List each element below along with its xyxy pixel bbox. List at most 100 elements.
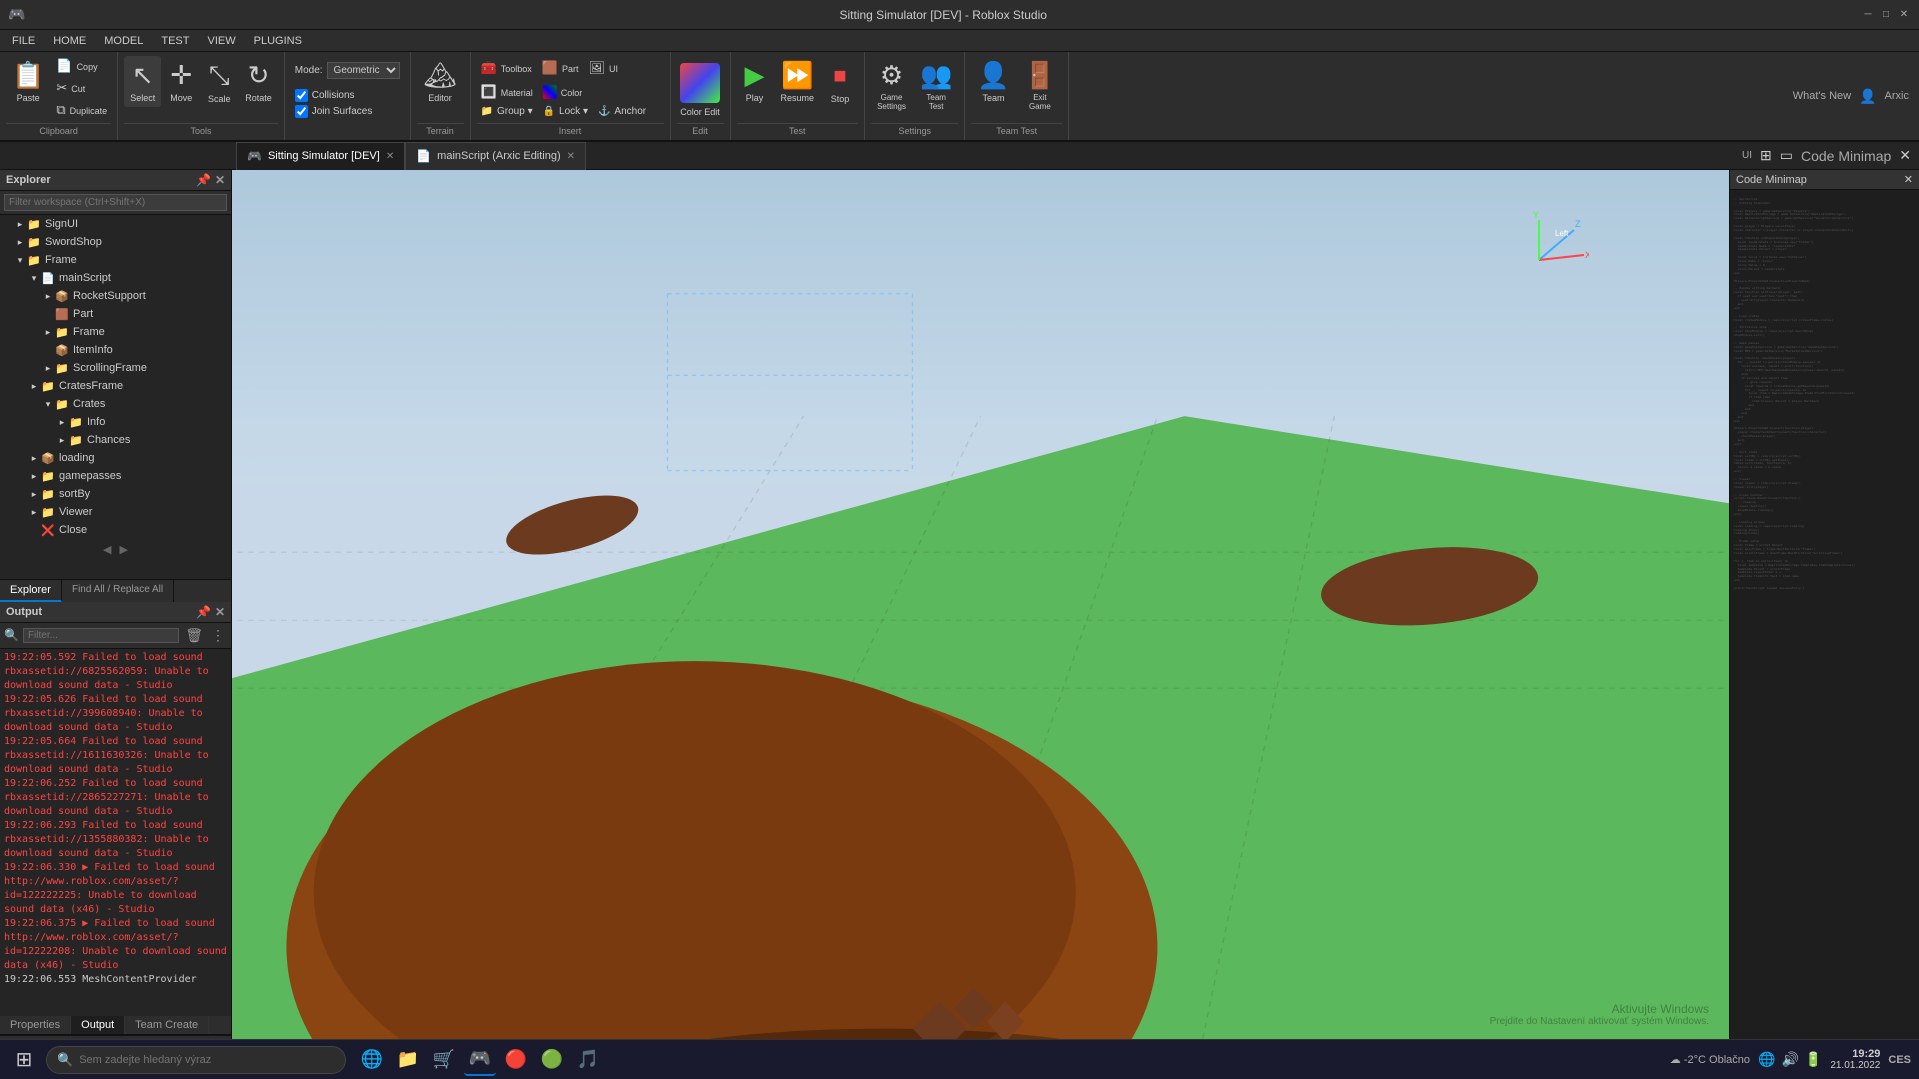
- tree-item-sortby[interactable]: ▸ 📁 sortBy: [0, 485, 231, 503]
- grid-view-button[interactable]: ⊞: [1760, 147, 1772, 164]
- expand-cratesframe[interactable]: ▸: [28, 381, 40, 392]
- lock-dropdown-button[interactable]: 🔒 Lock ▾: [539, 104, 592, 119]
- user-avatar[interactable]: 👤: [1859, 88, 1876, 105]
- menu-home[interactable]: HOME: [45, 33, 94, 49]
- whats-new-button[interactable]: What's New: [1793, 90, 1851, 102]
- expand-mainscript[interactable]: ▾: [28, 273, 40, 284]
- tree-item-viewer[interactable]: ▸ 📁 Viewer: [0, 503, 231, 521]
- move-button[interactable]: ✛ Move: [163, 56, 199, 107]
- minimize-button[interactable]: ─: [1861, 8, 1875, 22]
- explorer-close-icon[interactable]: ✕: [215, 173, 225, 187]
- select-button[interactable]: ↖ Select: [124, 56, 161, 107]
- material-button[interactable]: 🔳 Material: [477, 82, 537, 102]
- part-button[interactable]: 🟫 Part: [538, 58, 583, 78]
- expand-viewer[interactable]: ▸: [28, 507, 40, 518]
- panel-button[interactable]: ▭: [1780, 147, 1793, 164]
- network-icon[interactable]: 🌐: [1758, 1051, 1775, 1068]
- tree-item-info[interactable]: ▸ 📁 Info: [0, 413, 231, 431]
- expand-scrollingframe[interactable]: ▸: [42, 363, 54, 374]
- output-close-icon[interactable]: ✕: [215, 605, 225, 619]
- tab-main-script[interactable]: 📄 mainScript (Arxic Editing) ✕: [405, 142, 586, 170]
- tree-item-crates[interactable]: ▾ 📁 Crates: [0, 395, 231, 413]
- tree-item-rocketsupport[interactable]: ▸ 📦 RocketSupport: [0, 287, 231, 305]
- language-indicator[interactable]: CES: [1888, 1054, 1911, 1066]
- maximize-button[interactable]: □: [1879, 8, 1893, 22]
- mode-dropdown[interactable]: Geometric Surface: [327, 62, 400, 79]
- close-code-minimap[interactable]: ✕: [1899, 147, 1911, 164]
- stop-button[interactable]: ⏹ Stop: [822, 56, 858, 108]
- taskbar-app-roblox[interactable]: 🎮: [464, 1044, 496, 1076]
- taskbar-app-store[interactable]: 🛒: [428, 1044, 460, 1076]
- tab-sitting-simulator-close[interactable]: ✕: [386, 151, 394, 162]
- battery-icon[interactable]: 🔋: [1805, 1051, 1822, 1068]
- toolbox-button[interactable]: 🧰 Toolbox: [477, 58, 536, 78]
- join-surfaces-checkbox[interactable]: [295, 105, 308, 118]
- team-button[interactable]: 👤 Team: [971, 56, 1015, 107]
- tree-item-cratesframe[interactable]: ▸ 📁 CratesFrame: [0, 377, 231, 395]
- tree-item-mainscript[interactable]: ▾ 📄 mainScript: [0, 269, 231, 287]
- expand-rocketsupport[interactable]: ▸: [42, 291, 54, 302]
- menu-test[interactable]: TEST: [153, 33, 197, 49]
- expand-crates[interactable]: ▾: [42, 399, 54, 410]
- anchor-button[interactable]: ⚓ Anchor: [594, 104, 650, 119]
- taskbar-app-files[interactable]: 📁: [392, 1044, 424, 1076]
- taskbar-app-red[interactable]: 🔴: [500, 1044, 532, 1076]
- group-dropdown-button[interactable]: 📁 Group ▾: [477, 104, 537, 119]
- menu-view[interactable]: VIEW: [199, 33, 243, 49]
- play-button[interactable]: ▶ Play: [737, 56, 773, 107]
- ui-button[interactable]: 🖼 UI: [584, 58, 622, 78]
- output-clear-button[interactable]: 🗑: [183, 625, 205, 646]
- explorer-pin-icon[interactable]: 📌: [196, 173, 211, 187]
- minimap-close-icon[interactable]: ✕: [1904, 173, 1913, 186]
- paste-button[interactable]: 📋 Paste: [6, 56, 50, 107]
- tree-item-scrollingframe[interactable]: ▸ 📁 ScrollingFrame: [0, 359, 231, 377]
- expand-frame[interactable]: ▾: [14, 255, 26, 266]
- viewport[interactable]: Z X Y Left Aktivujte Windows Prejdite do…: [232, 170, 1729, 1057]
- ui-button-right[interactable]: UI: [1742, 150, 1752, 161]
- sound-icon[interactable]: 🔊: [1781, 1051, 1798, 1068]
- tree-item-swordshop[interactable]: ▸ 📁 SwordShop: [0, 233, 231, 251]
- scale-button[interactable]: ⤡ Scale: [201, 56, 237, 108]
- tree-item-close[interactable]: ❌ Close: [0, 521, 231, 539]
- expand-signui[interactable]: ▸: [14, 219, 26, 230]
- exit-game-button[interactable]: 🚪 ExitGame: [1018, 56, 1062, 115]
- color-button[interactable]: Color: [539, 83, 587, 101]
- explorer-tab[interactable]: Explorer: [0, 580, 62, 602]
- tree-item-loading[interactable]: ▸ 📦 loading: [0, 449, 231, 467]
- tab-sitting-simulator[interactable]: 🎮 Sitting Simulator [DEV] ✕: [236, 142, 405, 170]
- tab-main-script-close[interactable]: ✕: [567, 151, 575, 162]
- game-settings-button[interactable]: ⚙ GameSettings: [871, 56, 912, 115]
- collisions-checkbox-row[interactable]: Collisions: [295, 89, 400, 102]
- menu-model[interactable]: MODEL: [96, 33, 151, 49]
- expand-loading[interactable]: ▸: [28, 453, 40, 464]
- output-filter-input[interactable]: [23, 628, 179, 643]
- output-more-button[interactable]: ⋮: [209, 625, 227, 646]
- properties-tab[interactable]: Properties: [0, 1016, 71, 1034]
- close-button[interactable]: ✕: [1897, 8, 1911, 22]
- find-replace-tab[interactable]: Find All / Replace All: [62, 580, 174, 602]
- expand-info[interactable]: ▸: [56, 417, 68, 428]
- collisions-checkbox[interactable]: [295, 89, 308, 102]
- expand-frame2[interactable]: ▸: [42, 327, 54, 338]
- tree-item-frame[interactable]: ▾ 📁 Frame: [0, 251, 231, 269]
- menu-plugins[interactable]: PLUGINS: [246, 33, 310, 49]
- output-tab[interactable]: Output: [71, 1016, 125, 1034]
- terrain-editor-button[interactable]: 🏔 Editor: [418, 56, 463, 107]
- cut-button[interactable]: ✂ Cut: [52, 78, 111, 98]
- resume-button[interactable]: ⏩ Resume: [775, 56, 821, 107]
- taskbar-app-edge[interactable]: 🌐: [356, 1044, 388, 1076]
- taskbar-search-input[interactable]: [79, 1054, 319, 1066]
- team-test-button[interactable]: 👥 TeamTest: [914, 56, 958, 115]
- copy-button[interactable]: 📄 Copy: [52, 56, 111, 76]
- expand-swordshop[interactable]: ▸: [14, 237, 26, 248]
- taskbar-start-button[interactable]: ⊞: [8, 1044, 40, 1076]
- tree-scroll-right[interactable]: ▶: [120, 543, 128, 556]
- tree-item-part[interactable]: 🟫 Part: [0, 305, 231, 323]
- tree-item-frame2[interactable]: ▸ 📁 Frame: [0, 323, 231, 341]
- taskbar-app-green[interactable]: 🟢: [536, 1044, 568, 1076]
- join-surfaces-checkbox-row[interactable]: Join Surfaces: [295, 105, 400, 118]
- rotate-button[interactable]: ↻ Rotate: [239, 56, 278, 107]
- expand-sortby[interactable]: ▸: [28, 489, 40, 500]
- duplicate-button[interactable]: ⧉ Duplicate: [52, 100, 111, 120]
- tree-scroll-left[interactable]: ◀: [103, 543, 111, 556]
